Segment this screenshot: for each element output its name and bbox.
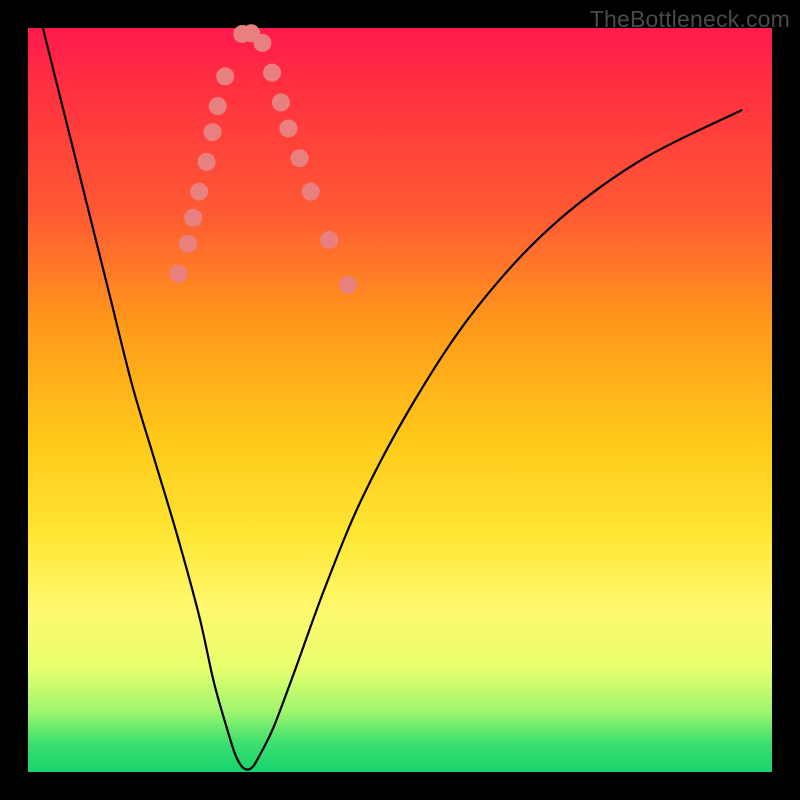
- chart-frame: TheBottleneck.com: [0, 0, 800, 800]
- data-marker: [339, 276, 357, 294]
- data-marker: [169, 265, 187, 283]
- data-marker: [216, 67, 234, 85]
- data-marker: [184, 209, 202, 227]
- data-marker: [320, 231, 338, 249]
- curve-layer: [43, 28, 742, 770]
- data-marker: [179, 235, 197, 253]
- data-marker: [209, 97, 227, 115]
- data-marker: [291, 149, 309, 167]
- data-marker: [190, 183, 208, 201]
- marker-layer: [169, 24, 357, 293]
- watermark-text: TheBottleneck.com: [590, 6, 790, 33]
- data-marker: [302, 183, 320, 201]
- chart-plot-area: [28, 28, 772, 772]
- bottleneck-curve: [43, 28, 742, 770]
- data-marker: [263, 64, 281, 82]
- chart-svg: [28, 28, 772, 772]
- data-marker: [279, 119, 297, 137]
- data-marker: [272, 93, 290, 111]
- data-marker: [198, 153, 216, 171]
- data-marker: [253, 34, 271, 52]
- data-marker: [204, 123, 222, 141]
